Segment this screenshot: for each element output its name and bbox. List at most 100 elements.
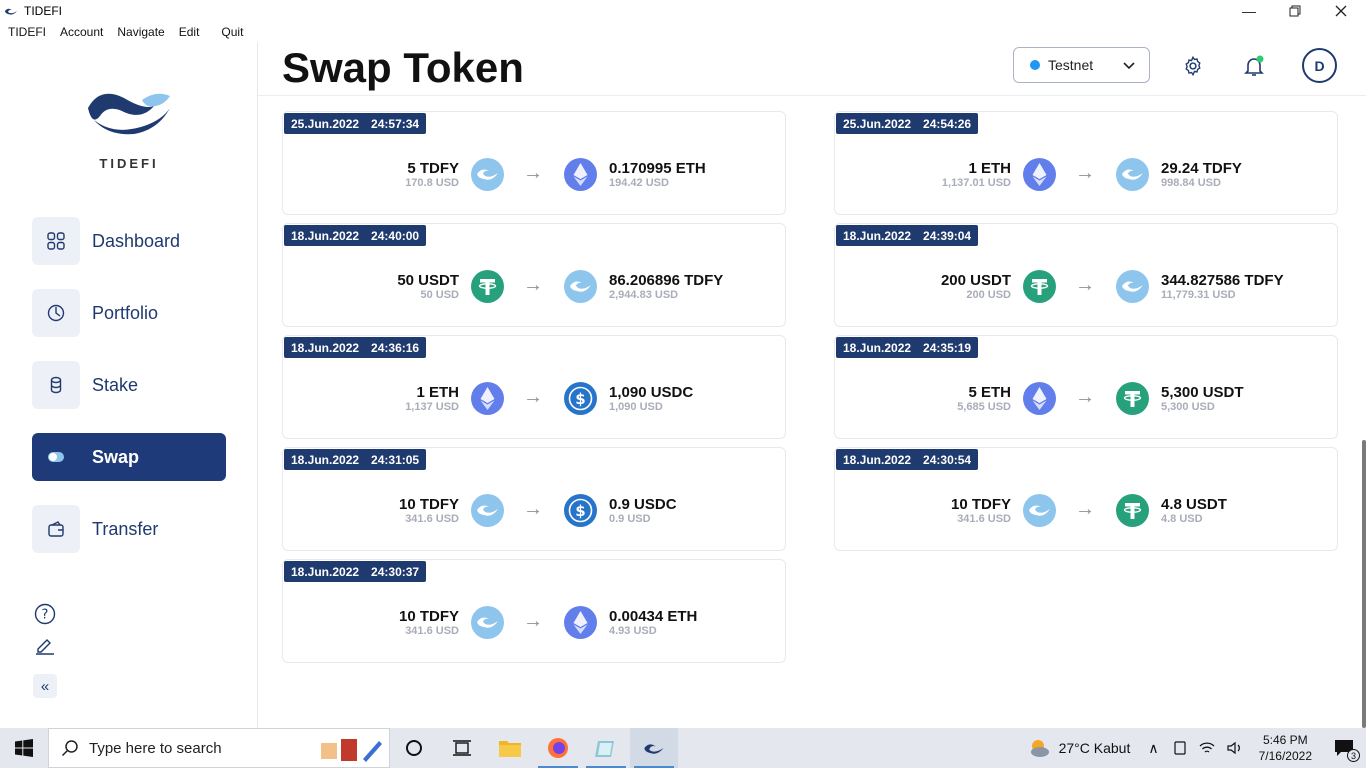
menu-navigate[interactable]: Navigate	[117, 25, 164, 39]
avatar[interactable]: D	[1302, 48, 1337, 83]
task-view-button[interactable]	[438, 728, 486, 768]
feedback-button[interactable]	[33, 633, 57, 657]
maximize-button[interactable]	[1272, 0, 1318, 22]
swap-to: 0.170995 ETH 194.42 USD	[609, 160, 706, 190]
nav-swap-label: Swap	[92, 446, 140, 467]
swap-date: 25.Jun.2022	[843, 116, 912, 131]
close-button[interactable]	[1318, 0, 1364, 22]
settings-button[interactable]	[1180, 53, 1206, 79]
usdt-token-icon	[471, 270, 504, 303]
minimize-button[interactable]: —	[1226, 0, 1272, 22]
eth-token-icon	[1023, 158, 1056, 191]
swap-card[interactable]: 25.Jun.2022 24:54:26 1 ETH 1,137.01 USD → 29.…	[834, 111, 1338, 215]
swap-card[interactable]: 18.Jun.2022 24:30:54 10 TDFY 341.6 USD → 4.8 …	[834, 447, 1338, 551]
swap-card[interactable]: 18.Jun.2022 24:40:00 50 USDT 50 USD → 86.2068…	[282, 223, 786, 327]
nav-portfolio[interactable]: Portfolio	[32, 289, 226, 337]
device-icon	[1174, 741, 1186, 755]
wifi-icon[interactable]	[1199, 741, 1215, 755]
cortana-button[interactable]	[390, 728, 438, 768]
swap-time: 24:54:26	[923, 116, 972, 131]
page-title: Swap Token	[282, 44, 524, 91]
to-amount: 86.206896 TDFY	[609, 272, 724, 289]
swap-card[interactable]: 18.Jun.2022 24:39:04 200 USDT 200 USD → 344.8…	[834, 223, 1338, 327]
nav-stake[interactable]: Stake	[32, 361, 226, 409]
swap-time: 24:30:54	[923, 452, 972, 467]
arrow-right-icon: →	[1075, 162, 1095, 184]
swap-timestamp: 18.Jun.2022 24:39:04	[836, 225, 979, 246]
wallet-icon	[32, 505, 80, 553]
from-amount: 10 TDFY	[398, 608, 459, 625]
menu-edit[interactable]: Edit	[179, 25, 200, 39]
nav-transfer[interactable]: Transfer	[32, 505, 226, 553]
taskbar-search[interactable]: Type here to search	[48, 728, 390, 768]
menu-quit[interactable]: Quit	[221, 25, 243, 39]
help-icon: ?	[34, 603, 56, 625]
notes-app-button[interactable]	[582, 728, 630, 768]
svg-text:?: ?	[42, 608, 49, 623]
tidefi-taskbar-button[interactable]	[630, 728, 678, 768]
to-usd: 4.93 USD	[609, 625, 657, 637]
from-amount: 5 TDFY	[407, 160, 459, 177]
swap-card[interactable]: 18.Jun.2022 24:35:19 5 ETH 5,685 USD → 5,300 …	[834, 335, 1338, 439]
swap-date: 25.Jun.2022	[291, 116, 360, 131]
menu-account[interactable]: Account	[60, 25, 103, 39]
arrow-right-icon: →	[1075, 386, 1095, 408]
usdc-token-icon: $	[564, 382, 597, 415]
start-button[interactable]	[0, 728, 48, 768]
gear-icon	[1185, 55, 1201, 77]
swap-date: 18.Jun.2022	[291, 228, 360, 243]
weather-text: 27°C Kabut	[1058, 740, 1131, 756]
scrollbar[interactable]	[1362, 440, 1366, 728]
nav-swap[interactable]: Swap	[32, 433, 226, 481]
app-window: TIDEFI Dashboard Portfolio Stake Swap Tr…	[0, 42, 1366, 728]
file-explorer-button[interactable]	[486, 728, 534, 768]
to-usd: 2,944.83 USD	[609, 289, 679, 301]
arrow-right-icon: →	[523, 162, 543, 184]
volume-icon[interactable]	[1227, 741, 1243, 755]
swap-to: 0.00434 ETH 4.93 USD	[609, 608, 697, 638]
network-status-dot	[1030, 60, 1040, 70]
swap-card[interactable]: 18.Jun.2022 24:36:16 1 ETH 1,137 USD → $1,090…	[282, 335, 786, 439]
notification-center-button[interactable]: 3	[1322, 728, 1366, 768]
notifications-button[interactable]	[1241, 53, 1267, 79]
firefox-button[interactable]	[534, 728, 582, 768]
swap-date: 18.Jun.2022	[291, 340, 360, 355]
system-tray: 27°C Kabut ∧ 5:46 PM 7/16/2022 3	[1027, 728, 1366, 768]
tdfy-token-icon	[1116, 270, 1149, 303]
nav-dashboard[interactable]: Dashboard	[32, 217, 226, 265]
collapse-sidebar-button[interactable]: «	[33, 674, 57, 698]
swap-time: 24:57:34	[371, 116, 420, 131]
eth-token-icon	[564, 606, 597, 639]
swap-from: 10 TDFY 341.6 USD	[399, 496, 459, 526]
network-select[interactable]: Testnet	[1013, 47, 1150, 83]
usdt-token-icon	[1116, 494, 1149, 527]
swap-card[interactable]: 18.Jun.2022 24:30:37 10 TDFY 341.6 USD → 0.00…	[282, 559, 786, 663]
swap-from: 5 ETH 5,685 USD	[957, 384, 1011, 414]
arrow-right-icon: →	[523, 498, 543, 520]
notification-count: 3	[1347, 749, 1360, 762]
search-icon	[61, 740, 78, 757]
arrow-right-icon: →	[1075, 498, 1095, 520]
swap-card[interactable]: 25.Jun.2022 24:57:34 5 TDFY 170.8 USD → 0.170…	[282, 111, 786, 215]
from-usd: 1,137.01 USD	[941, 177, 1011, 189]
swap-date: 18.Jun.2022	[843, 452, 912, 467]
nav-stake-label: Stake	[92, 374, 139, 395]
swap-from: 1 ETH 1,137.01 USD	[942, 160, 1011, 190]
clock[interactable]: 5:46 PM 7/16/2022	[1259, 732, 1312, 764]
swap-from: 200 USDT 200 USD	[941, 272, 1011, 302]
swap-timestamp: 18.Jun.2022 24:35:19	[836, 337, 979, 358]
swap-timestamp: 18.Jun.2022 24:36:16	[284, 337, 427, 358]
swap-date: 18.Jun.2022	[843, 228, 912, 243]
from-amount: 1 ETH	[416, 384, 459, 401]
tdfy-token-icon	[471, 494, 504, 527]
nav-transfer-label: Transfer	[92, 518, 159, 539]
menu-tidefi[interactable]: TIDEFI	[8, 25, 46, 39]
swap-date: 18.Jun.2022	[843, 340, 912, 355]
swap-card[interactable]: 18.Jun.2022 24:31:05 10 TDFY 341.6 USD → $0.9…	[282, 447, 786, 551]
swap-time: 24:40:00	[371, 228, 420, 243]
from-usd: 341.6 USD	[957, 513, 1011, 525]
chevron-up-icon[interactable]: ∧	[1148, 740, 1158, 757]
help-button[interactable]: ?	[33, 602, 57, 626]
tidefi-app-icon	[5, 8, 17, 15]
windows-icon	[15, 739, 33, 757]
